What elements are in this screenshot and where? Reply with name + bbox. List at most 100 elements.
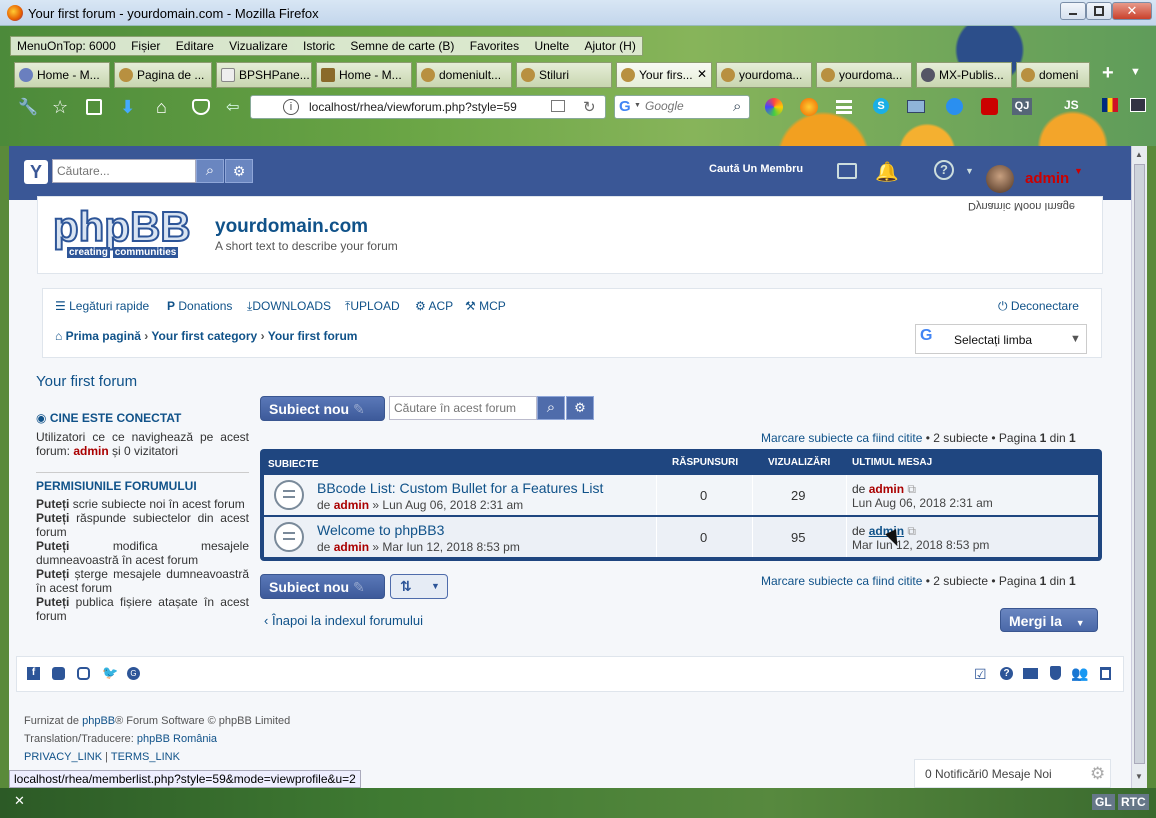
mark-read-link[interactable]: Marcare subiecte ca fiind citite (761, 574, 922, 588)
twitter-icon[interactable]: 🐦 (102, 665, 118, 681)
flag-icon[interactable] (1102, 98, 1118, 112)
browser-search-input[interactable] (645, 99, 731, 113)
phpbb-link[interactable]: phpBB (82, 715, 115, 727)
browser-tab[interactable]: Pagina de ... (114, 62, 212, 88)
envelope-icon[interactable] (1023, 668, 1038, 679)
new-tab-icon[interactable]: + (1102, 62, 1114, 85)
close-findbar-icon[interactable]: ✕ (14, 793, 25, 809)
trash-icon[interactable] (1100, 667, 1111, 680)
rtc-button[interactable]: RTC (1118, 794, 1149, 810)
page-scrollbar[interactable]: ▲ ▼ (1131, 146, 1147, 788)
checklist-icon[interactable]: ☑ (974, 666, 987, 683)
notifications-panel[interactable]: 0 Notificări0 Mesaje Noi ⚙ (914, 759, 1111, 788)
home-icon[interactable]: ⌂ (156, 97, 176, 117)
hamburger-menu-icon[interactable] (836, 100, 852, 114)
help-chevron-down-icon[interactable]: ▼ (965, 166, 974, 176)
menu-view[interactable]: Vizualizare (223, 37, 293, 55)
forum-advanced-search-button[interactable]: ⚙ (566, 396, 594, 420)
forum-title[interactable]: Your first forum (36, 373, 137, 390)
last-post-author-link[interactable]: admin (869, 482, 904, 496)
inbox-icon[interactable] (837, 163, 857, 179)
forum-search-input[interactable] (389, 396, 537, 420)
topic-title-link[interactable]: Welcome to phpBB3 (317, 522, 444, 538)
forum-search-button[interactable]: ⌕ (537, 396, 565, 420)
site-name[interactable]: yourdomain.com (215, 216, 368, 238)
browser-tab-active[interactable]: Your firs... ✕ (616, 62, 712, 88)
extension-palette-icon[interactable] (765, 98, 783, 116)
minimize-button[interactable] (1060, 2, 1086, 20)
view-latest-post-icon[interactable]: ⧉ (907, 482, 916, 496)
find-member-link[interactable]: Caută Un Membru (709, 163, 803, 175)
topic-author-link[interactable]: admin (334, 540, 369, 554)
mcp-link[interactable]: ⚒ MCP (465, 299, 506, 313)
menu-favorites[interactable]: Favorites (464, 37, 525, 55)
privacy-link[interactable]: PRIVACY_LINK (24, 751, 102, 763)
users-icon[interactable]: 👥 (1071, 665, 1088, 682)
menu-edit[interactable]: Editare (170, 37, 220, 55)
gl-button[interactable]: GL (1092, 794, 1115, 810)
back-arrow-icon[interactable]: ⇦ (226, 97, 246, 117)
search-engine-chevron-icon[interactable]: ▼ (634, 102, 641, 109)
scroll-up-arrow-icon[interactable]: ▲ (1135, 150, 1143, 159)
jump-to-button[interactable]: Mergi la ▼ (1000, 608, 1098, 632)
breadcrumb-forum[interactable]: Your first forum (268, 329, 358, 343)
menu-bookmarks[interactable]: Semne de carte (B) (344, 37, 460, 55)
table-row[interactable]: Welcome to phpBB3 de admin » Mar Iun 12,… (264, 517, 1098, 557)
table-row[interactable]: BBcode List: Custom Bullet for a Feature… (264, 475, 1098, 515)
browser-tab[interactable]: domeniult... (416, 62, 512, 88)
mark-read-link[interactable]: Marcare subiecte ca fiind citite (761, 431, 922, 445)
star-icon[interactable]: ☆ (52, 97, 72, 117)
reader-list-icon[interactable] (86, 99, 102, 115)
address-bar[interactable]: i localhost/rhea/viewforum.php?style=59 … (250, 95, 606, 119)
js-extension-icon[interactable]: JS (1064, 98, 1084, 115)
browser-tab[interactable]: Home - M... (14, 62, 110, 88)
menu-file[interactable]: Fișier (125, 37, 166, 55)
menu-tools[interactable]: Unelte (528, 37, 575, 55)
menu-history[interactable]: Istoric (297, 37, 341, 55)
shield-icon[interactable] (1050, 666, 1061, 680)
browser-tab[interactable]: Stiluri (516, 62, 612, 88)
reader-mode-icon[interactable] (551, 100, 565, 112)
reload-icon[interactable]: ↻ (583, 98, 596, 116)
donations-link[interactable]: P Donations (167, 299, 232, 313)
site-info-icon[interactable]: i (283, 99, 299, 115)
translation-link[interactable]: phpBB România (137, 733, 217, 745)
quick-links-menu[interactable]: ☰ Legături rapide (55, 299, 149, 313)
new-topic-button[interactable]: Subiect nou ✎ (260, 396, 385, 421)
download-arrow-icon[interactable]: ⬇ (120, 97, 140, 117)
settings-gear-icon[interactable]: ⚙ (1090, 764, 1105, 784)
breadcrumb-category[interactable]: Your first category (151, 329, 257, 343)
avatar[interactable] (986, 165, 1014, 193)
scroll-thumb[interactable] (1134, 164, 1145, 764)
youtube-icon[interactable] (52, 667, 65, 680)
user-chevron-down-icon[interactable]: ▼ (1074, 166, 1083, 176)
url-text[interactable]: localhost/rhea/viewforum.php?style=59 (309, 100, 559, 114)
browser-search-bar[interactable]: G ▼ ⌕ (614, 95, 750, 119)
google-plus-icon[interactable]: G (127, 667, 140, 680)
pocket-icon[interactable] (192, 99, 210, 115)
terms-link[interactable]: TERMS_LINK (111, 751, 180, 763)
sort-options-button[interactable]: ⇅ ▼ (390, 574, 448, 599)
navbar-search-input[interactable] (52, 159, 196, 183)
menu-help[interactable]: Ajutor (H) (578, 37, 641, 55)
compass-icon[interactable] (946, 98, 963, 115)
view-latest-post-icon[interactable]: ⧉ (907, 524, 916, 538)
breadcrumb-home[interactable]: Prima pagină (66, 329, 141, 343)
back-to-index-link[interactable]: ‹ Înapoi la indexul forumului (264, 613, 423, 628)
tab-close-icon[interactable]: ✕ (697, 67, 707, 81)
skype-icon[interactable]: S (873, 98, 889, 114)
new-topic-button[interactable]: Subiect nou ✎ (260, 574, 385, 599)
navbar-search-button[interactable]: ⌕ (196, 159, 224, 183)
browser-tab[interactable]: Home - M... (316, 62, 412, 88)
advanced-search-button[interactable]: ⚙ (225, 159, 253, 183)
instagram-icon[interactable] (77, 667, 90, 680)
qj-extension-icon[interactable]: QJ (1012, 98, 1032, 115)
search-icon[interactable]: ⌕ (733, 98, 741, 115)
acp-link[interactable]: ⚙ ACP (415, 299, 453, 313)
language-select[interactable]: G Selectați limba ▼ (915, 324, 1087, 354)
close-window-button[interactable]: ✕ (1112, 2, 1152, 20)
topic-title-link[interactable]: BBcode List: Custom Bullet for a Feature… (317, 480, 603, 496)
online-user-link[interactable]: admin (73, 444, 108, 458)
browser-tab[interactable]: yourdoma... (716, 62, 812, 88)
tab-list-chevron-down-icon[interactable]: ▼ (1130, 66, 1141, 78)
